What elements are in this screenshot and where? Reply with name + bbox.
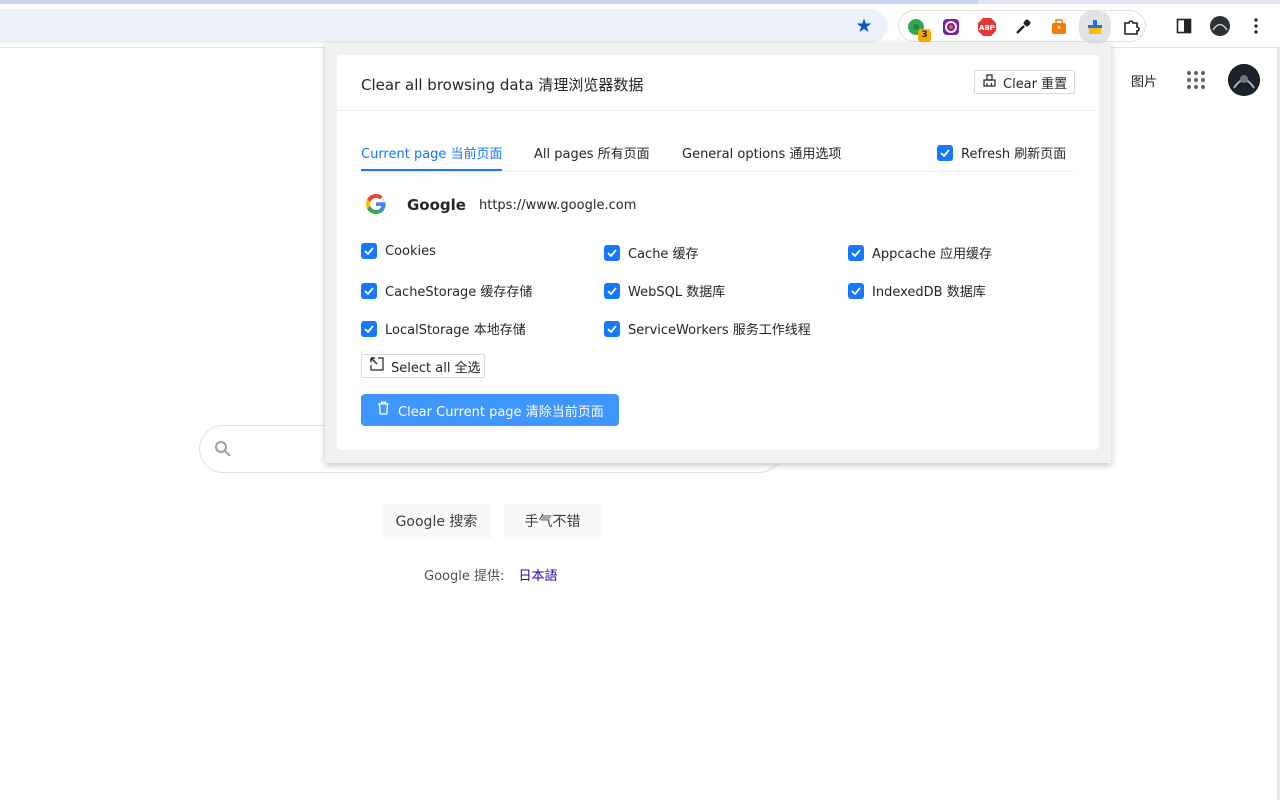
google-search-button[interactable]: Google 搜索 [381, 503, 492, 539]
option-appcache[interactable]: Appcache 应用缓存 [848, 243, 992, 262]
clear-current-label: Clear Current page 清除当前页面 [398, 404, 604, 420]
option-label: CacheStorage 缓存存储 [385, 285, 533, 300]
option-label: IndexedDB 数据库 [872, 285, 986, 300]
select-all-label: Select all 全选 [391, 360, 481, 376]
site-url: https://www.google.com [479, 198, 637, 213]
option-cache[interactable]: Cache 缓存 [604, 243, 699, 262]
star-icon[interactable]: ★ [852, 14, 876, 38]
puzzle-extensions-icon[interactable] [1119, 15, 1143, 39]
active-tab-indicator [361, 169, 502, 171]
reset-label: Clear 重置 [1003, 76, 1068, 92]
google-apps-icon[interactable] [1186, 70, 1206, 90]
checkbox-checked-icon [937, 144, 953, 161]
checkbox-checked-icon [361, 282, 377, 299]
select-all-button[interactable]: Select all 全选 [361, 354, 485, 378]
tab-current-page[interactable]: Current page 当前页面 [361, 143, 503, 162]
option-localstorage[interactable]: LocalStorage 本地存储 [361, 319, 526, 338]
language-link[interactable]: 日本語 [519, 569, 558, 584]
checkbox-checked-icon [604, 244, 620, 261]
eyedropper-extension-icon[interactable] [1011, 15, 1035, 39]
orange-toolbox-extension-icon[interactable] [1047, 15, 1071, 39]
google-account-avatar[interactable] [1228, 64, 1260, 96]
refresh-checkbox[interactable]: Refresh 刷新页面 [937, 143, 1066, 162]
adblock-plus-extension-icon[interactable]: ABP [975, 15, 999, 39]
extension-badge: 3 [918, 29, 931, 42]
checkbox-checked-icon [604, 282, 620, 299]
option-label: ServiceWorkers 服务工作线程 [628, 323, 811, 338]
option-websql[interactable]: WebSQL 数据库 [604, 281, 725, 300]
tab-all-pages[interactable]: All pages 所有页面 [534, 143, 650, 162]
option-label: LocalStorage 本地存储 [385, 323, 526, 338]
offered-in-label: Google 提供: [424, 569, 505, 584]
clear-data-extension-icon[interactable] [1079, 11, 1111, 43]
option-cookies[interactable]: Cookies [361, 243, 436, 259]
side-panel-icon[interactable] [1172, 14, 1196, 38]
option-cachestorage[interactable]: CacheStorage 缓存存储 [361, 281, 532, 300]
tab-general-options[interactable]: General options 通用选项 [682, 143, 841, 162]
checkbox-checked-icon [848, 282, 864, 299]
site-name: Google [407, 196, 466, 214]
search-icon [214, 440, 232, 462]
refresh-label: Refresh 刷新页面 [961, 147, 1067, 162]
green-circle-extension-icon[interactable]: 3 [904, 15, 931, 42]
tabs-divider [361, 171, 1075, 172]
select-all-icon [370, 357, 384, 375]
option-label: Cookies [385, 243, 436, 259]
reset-icon [983, 73, 996, 91]
offered-in: Google 提供: 日本語 [424, 565, 558, 584]
profile-avatar[interactable] [1208, 14, 1232, 38]
address-bar[interactable] [0, 9, 888, 43]
checkbox-checked-icon [604, 320, 620, 337]
checkbox-checked-icon [361, 243, 377, 259]
checkbox-checked-icon [848, 244, 864, 261]
option-label: Cache 缓存 [628, 247, 699, 262]
clear-current-page-button[interactable]: Clear Current page 清除当前页面 [361, 394, 619, 426]
svg-text:ABP: ABP [979, 24, 995, 32]
images-link[interactable]: 图片 [1131, 71, 1157, 90]
google-logo-icon [364, 192, 388, 220]
more-menu-icon[interactable] [1244, 14, 1268, 38]
colorful-ring-extension-icon[interactable] [939, 15, 963, 39]
popup-title: Clear all browsing data 清理浏览器数据 [361, 76, 644, 94]
reset-button[interactable]: Clear 重置 [974, 70, 1075, 94]
extensions-group: 3 ABP [898, 10, 1146, 43]
feeling-lucky-button[interactable]: 手气不错 [504, 503, 601, 539]
header-divider [337, 110, 1099, 111]
option-label: Appcache 应用缓存 [872, 247, 993, 262]
option-serviceworkers[interactable]: ServiceWorkers 服务工作线程 [604, 319, 811, 338]
trash-icon [377, 401, 390, 419]
checkbox-checked-icon [361, 320, 377, 337]
clear-data-popup: Clear all browsing data 清理浏览器数据 Clear 重置… [337, 55, 1099, 450]
option-indexeddb[interactable]: IndexedDB 数据库 [848, 281, 986, 300]
option-label: WebSQL 数据库 [628, 285, 726, 300]
browser-toolbar: ★ 3 ABP [0, 4, 1280, 48]
